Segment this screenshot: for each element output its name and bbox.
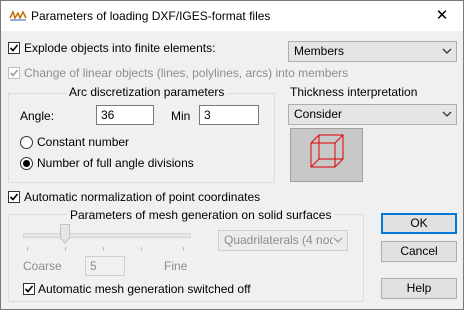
arc-group-title: Arc discretization parameters bbox=[66, 85, 228, 99]
element-type-value: Quadrilaterals (4 node bbox=[224, 233, 343, 247]
angle-input[interactable]: 36 bbox=[96, 105, 154, 125]
fine-label: Fine bbox=[164, 259, 188, 273]
auto-mesh-off-checkbox[interactable] bbox=[23, 283, 35, 295]
angle-label: Angle: bbox=[20, 109, 55, 123]
chevron-down-icon bbox=[442, 111, 452, 117]
radio-constant-label[interactable]: Constant number bbox=[37, 135, 129, 149]
change-linear-label: Change of linear objects (lines, polylin… bbox=[24, 66, 349, 80]
help-button[interactable]: Help bbox=[381, 278, 457, 299]
dialog-window: Parameters of loading DXF/IGES-format fi… bbox=[0, 0, 464, 310]
thickness-preview bbox=[290, 128, 363, 182]
min-label: Min bbox=[171, 109, 191, 123]
members-select[interactable]: Members bbox=[288, 41, 457, 62]
radio-constant-number[interactable] bbox=[20, 136, 33, 149]
explode-checkbox[interactable] bbox=[8, 42, 20, 54]
radio-full-angle-divisions[interactable] bbox=[20, 157, 33, 170]
radio-full-angle-label[interactable]: Number of full angle divisions bbox=[37, 156, 194, 170]
window-title: Parameters of loading DXF/IGES-format fi… bbox=[31, 9, 271, 23]
explode-label[interactable]: Explode objects into finite elements: bbox=[24, 41, 215, 55]
checkmark-icon bbox=[9, 69, 19, 77]
cancel-button[interactable]: Cancel bbox=[381, 241, 457, 262]
checkmark-icon bbox=[24, 285, 34, 293]
radio-selected-dot bbox=[23, 160, 30, 167]
normalization-label[interactable]: Automatic normalization of point coordin… bbox=[24, 190, 260, 204]
density-value-input[interactable]: 5 bbox=[85, 256, 125, 276]
dxf-app-icon bbox=[9, 10, 27, 21]
checkmark-icon bbox=[9, 193, 19, 201]
change-linear-checkbox[interactable] bbox=[8, 67, 20, 79]
thickness-select[interactable]: Consider bbox=[288, 104, 457, 125]
close-icon[interactable]: ✕ bbox=[427, 5, 457, 27]
normalization-checkbox[interactable] bbox=[8, 191, 20, 203]
title-bar: Parameters of loading DXF/IGES-format fi… bbox=[1, 1, 463, 31]
cube-icon bbox=[310, 134, 344, 168]
coarse-label: Coarse bbox=[23, 259, 62, 273]
chevron-down-icon bbox=[442, 48, 452, 54]
mesh-group-title: Parameters of mesh generation on solid s… bbox=[67, 208, 335, 222]
mesh-density-slider-track[interactable] bbox=[23, 233, 191, 238]
auto-mesh-off-label[interactable]: Automatic mesh generation switched off bbox=[38, 282, 251, 296]
chevron-down-icon bbox=[333, 236, 343, 244]
members-select-value: Members bbox=[294, 44, 345, 58]
checkmark-icon bbox=[9, 44, 19, 52]
thickness-label: Thickness interpretation bbox=[290, 85, 418, 99]
thickness-select-value: Consider bbox=[294, 107, 343, 121]
element-type-select[interactable]: Quadrilaterals (4 node bbox=[218, 230, 348, 251]
ok-button[interactable]: OK bbox=[381, 213, 457, 234]
mesh-density-slider-thumb[interactable] bbox=[60, 224, 70, 244]
min-input[interactable]: 3 bbox=[199, 105, 259, 125]
